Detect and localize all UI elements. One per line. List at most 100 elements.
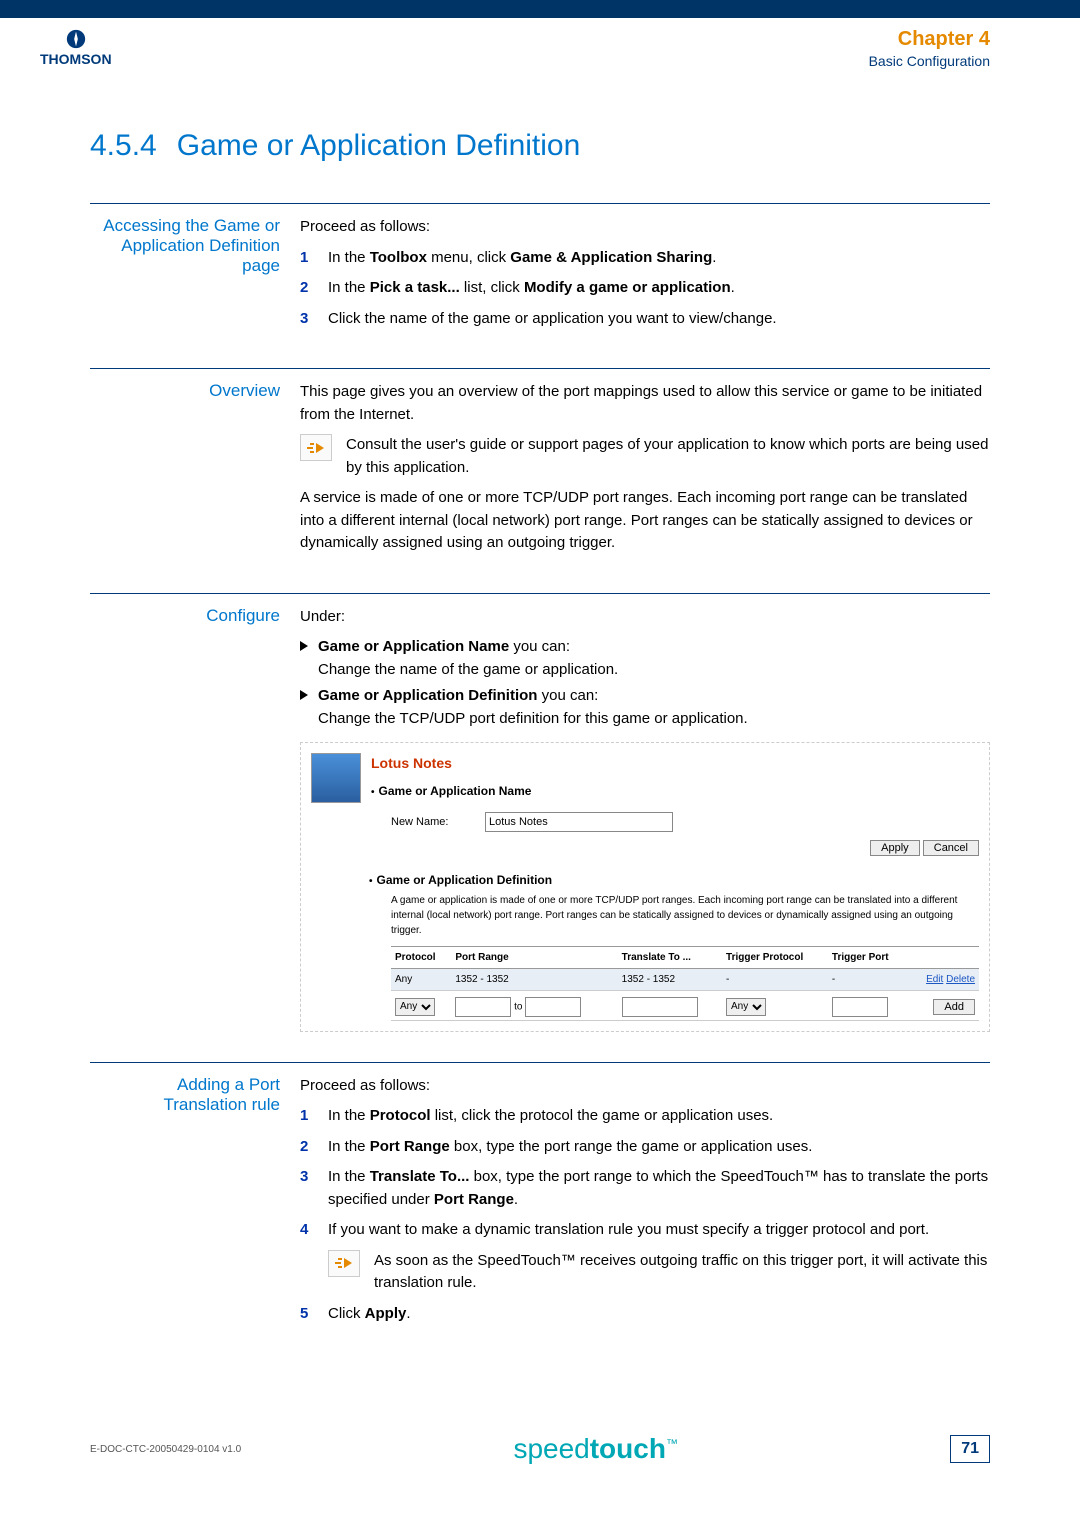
step-number: 2: [300, 277, 314, 300]
table-control-row: Any to Any Add: [391, 990, 979, 1020]
adding-note-text: As soon as the SpeedTouch™ receives outg…: [374, 1250, 990, 1295]
overview-note: Consult the user's guide or support page…: [300, 434, 990, 479]
table-header-row: ProtocolPort RangeTranslate To ...Trigge…: [391, 946, 979, 968]
edit-link[interactable]: Edit: [926, 974, 943, 985]
trigger-protocol-select[interactable]: Any: [726, 998, 766, 1016]
step-number: 2: [300, 1136, 314, 1159]
block-overview: Overview This page gives you an overview…: [90, 368, 990, 563]
block-configure: Configure Under: Game or Application Nam…: [90, 593, 990, 1032]
note-icon: [300, 434, 332, 461]
apply-button[interactable]: Apply: [870, 840, 920, 856]
table-header: Port Range: [451, 946, 617, 968]
bullet-icon: •: [371, 787, 375, 798]
cell-trigger-port: -: [828, 968, 908, 990]
table-header: [908, 946, 979, 968]
delete-link[interactable]: Delete: [946, 974, 975, 985]
list-item: 3 Click the name of the game or applicati…: [300, 308, 990, 331]
step-text: In the Port Range box, type the port ran…: [328, 1136, 812, 1159]
block-content-configure: Under: Game or Application Name you can:…: [300, 606, 990, 1032]
step-number: 3: [300, 1166, 314, 1211]
block-content-overview: This page gives you an overview of the p…: [300, 381, 990, 563]
chapter-title: Chapter 4: [869, 28, 990, 51]
block-accessing: Accessing the Game or Application Defini…: [90, 203, 990, 338]
brand-light: speed: [513, 1433, 589, 1464]
bullet-text: Game or Application Definition you can:C…: [318, 685, 748, 730]
page-number: 71: [950, 1435, 990, 1463]
table-row: Any 1352 - 1352 1352 - 1352 - - Edit Del…: [391, 968, 979, 990]
step-text: In the Pick a task... list, click Modify…: [328, 277, 735, 300]
step-text: If you want to make a dynamic translatio…: [328, 1219, 929, 1242]
block-label-accessing: Accessing the Game or Application Defini…: [90, 216, 280, 338]
brand-bold: touch: [590, 1433, 666, 1464]
overview-note-text: Consult the user's guide or support page…: [346, 434, 990, 479]
bullet-text: Game or Application Name you can:Change …: [318, 636, 618, 681]
step-text: In the Translate To... box, type the por…: [328, 1166, 990, 1211]
block-content-adding: Proceed as follows: 1In the Protocol lis…: [300, 1075, 990, 1334]
step-number: 1: [300, 247, 314, 270]
speedtouch-brand: speedtouch™: [513, 1433, 678, 1465]
page-header: THOMSON Chapter 4 Basic Configuration: [0, 18, 1080, 79]
port-from-input[interactable]: [455, 997, 511, 1017]
list-item: 3 In the Translate To... box, type the po…: [300, 1166, 990, 1211]
logo-icon: [65, 28, 87, 50]
new-name-input[interactable]: [485, 812, 673, 832]
triangle-icon: [300, 641, 308, 651]
document-id: E-DOC-CTC-20050429-0104 v1.0: [90, 1444, 241, 1455]
cell-port-range: 1352 - 1352: [451, 968, 617, 990]
section-title: 4.5.4Game or Application Definition: [90, 129, 990, 163]
protocol-select[interactable]: Any: [395, 998, 435, 1016]
step-number: 4: [300, 1219, 314, 1242]
new-name-label: New Name:: [391, 814, 471, 831]
accessing-intro: Proceed as follows:: [300, 216, 990, 239]
trademark: ™: [666, 1437, 678, 1451]
configure-intro: Under:: [300, 606, 990, 629]
port-table: ProtocolPort RangeTranslate To ...Trigge…: [391, 946, 979, 1021]
list-item: 4 If you want to make a dynamic translati…: [300, 1219, 990, 1242]
ss-sub1: Game or Application Name: [379, 784, 532, 798]
section-name: Game or Application Definition: [177, 129, 581, 162]
adding-step5: 5 Click Apply.: [300, 1303, 990, 1326]
block-content-accessing: Proceed as follows: 1In the Toolbox menu…: [300, 216, 990, 338]
triangle-icon: [300, 690, 308, 700]
add-button[interactable]: Add: [933, 999, 975, 1015]
overview-p2: A service is made of one or more TCP/UDP…: [300, 487, 990, 555]
page-body: 4.5.4Game or Application Definition Acce…: [0, 79, 1080, 1403]
page-footer: E-DOC-CTC-20050429-0104 v1.0 speedtouch™…: [0, 1403, 1080, 1505]
configure-items: Game or Application Name you can:Change …: [300, 636, 990, 730]
bullet-item: Game or Application Definition you can:C…: [300, 685, 990, 730]
bullet-icon: •: [369, 876, 373, 887]
list-item: 1In the Toolbox menu, click Game & Appli…: [300, 247, 990, 270]
block-label-overview: Overview: [90, 381, 280, 563]
translate-input[interactable]: [622, 997, 698, 1017]
chapter-subtitle: Basic Configuration: [869, 53, 990, 69]
cancel-button[interactable]: Cancel: [923, 840, 979, 856]
ss-desc: A game or application is made of one or …: [391, 893, 979, 938]
ss-sub2: Game or Application Definition: [377, 873, 553, 887]
adding-intro: Proceed as follows:: [300, 1075, 990, 1098]
port-to-input[interactable]: [525, 997, 581, 1017]
step-text: Click the name of the game or applicatio…: [328, 308, 777, 331]
table-header: Protocol: [391, 946, 451, 968]
cell-translate: 1352 - 1352: [618, 968, 722, 990]
thomson-logo: THOMSON: [40, 28, 112, 67]
step-number: 3: [300, 308, 314, 331]
adding-steps: 1In the Protocol list, click the protoco…: [300, 1105, 990, 1242]
trigger-port-input[interactable]: [832, 997, 888, 1017]
block-label-adding: Adding a Port Translation rule: [90, 1075, 280, 1334]
block-adding: Adding a Port Translation rule Proceed a…: [90, 1062, 990, 1334]
chapter-heading: Chapter 4 Basic Configuration: [869, 28, 990, 69]
app-icon: [311, 753, 361, 803]
cell-trigger-protocol: -: [722, 968, 828, 990]
step-number: 1: [300, 1105, 314, 1128]
overview-p1: This page gives you an overview of the p…: [300, 381, 990, 426]
app-title: Lotus Notes: [371, 753, 979, 774]
block-label-configure: Configure: [90, 606, 280, 1032]
cell-protocol: Any: [391, 968, 451, 990]
step-text: Click Apply.: [328, 1303, 411, 1326]
list-item: 2 In the Pick a task... list, click Modif…: [300, 277, 990, 300]
adding-note: As soon as the SpeedTouch™ receives outg…: [328, 1250, 990, 1295]
table-header: Translate To ...: [618, 946, 722, 968]
embedded-screenshot: Lotus Notes • Game or Application Name Ne…: [300, 742, 990, 1032]
list-item: 5 Click Apply.: [300, 1303, 990, 1326]
list-item: 1In the Protocol list, click the protoco…: [300, 1105, 990, 1128]
